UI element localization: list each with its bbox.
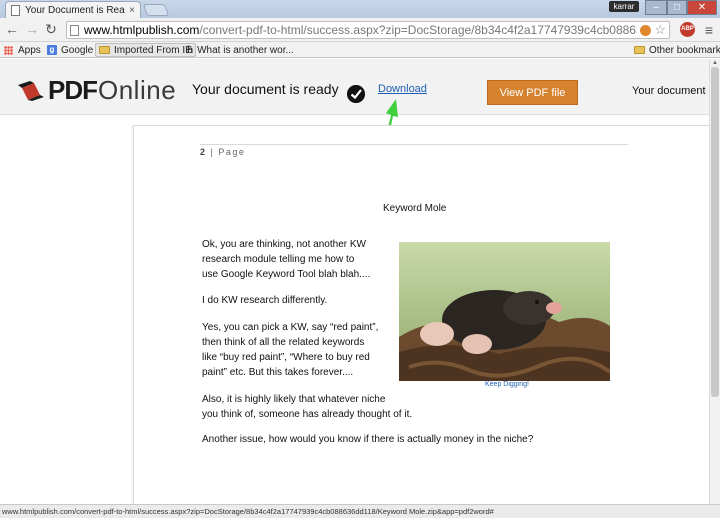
mole-photo	[399, 242, 610, 381]
window-close-button[interactable]: ✕	[687, 0, 717, 15]
text-line: research module telling me how to	[202, 254, 355, 265]
maximize-button[interactable]: □	[667, 0, 687, 15]
document-title: Keyword Mole	[383, 203, 447, 214]
reload-button[interactable]: ↻	[42, 20, 60, 38]
text-line: like “buy red paint”, “Where to buy red	[202, 352, 370, 363]
pdf-document-icon	[18, 81, 44, 101]
bookmark-label: Apps	[18, 44, 41, 56]
google-icon: g	[47, 45, 57, 55]
page-number-header: 2 | Page	[200, 147, 245, 157]
url-text[interactable]: www.htmlpublish.com/convert-pdf-to-html/…	[84, 23, 637, 37]
page-favicon-icon	[11, 4, 20, 16]
logo-online-text: Online	[98, 74, 177, 105]
tab-title: Your Document is Ready	[25, 4, 126, 16]
ready-message: Your document is ready	[192, 81, 339, 97]
browser-toolbar: ← → ↻ www.htmlpublish.com/convert-pdf-to…	[0, 18, 720, 42]
text-line: paint” etc. But this takes forever....	[202, 367, 354, 378]
text-line: use Google Keyword Tool blah blah....	[202, 269, 371, 280]
text-line: Yes, you can pick a KW, say “red paint”,	[202, 322, 379, 333]
bookmark-label: Google	[61, 44, 94, 56]
bookmark-star-icon[interactable]: ☆	[654, 22, 666, 38]
page-number: 2	[200, 147, 207, 157]
bookmarks-bar: Apps g Google Imported From IE h What is…	[0, 42, 720, 58]
url-host: www.htmlpublish.com	[84, 23, 200, 37]
tab-close-icon[interactable]: ×	[129, 5, 135, 16]
bookmark-apps[interactable]: Apps	[4, 43, 41, 57]
scroll-up-icon[interactable]: ▲	[710, 59, 720, 67]
image-caption: Keep Digging!	[485, 381, 529, 388]
paragraph-5: Another issue, how would you know if the…	[202, 434, 534, 445]
paragraph-3: Yes, you can pick a KW, say “red paint”,…	[202, 320, 378, 380]
blocked-content-icon[interactable]	[640, 24, 652, 36]
page-label: | Page	[210, 147, 246, 157]
page-scrollbar[interactable]: ▲	[709, 59, 720, 504]
bookmark-what-is-another-word[interactable]: h What is another wor...	[187, 43, 294, 57]
page-header-rule	[200, 144, 628, 145]
text-line: Also, it is highly likely that whatever …	[202, 394, 386, 405]
title-bar: Your Document is Ready × karrar – □ ✕	[0, 0, 720, 18]
bookmark-label: What is another wor...	[197, 44, 294, 56]
status-bar: www.htmlpublish.com/convert-pdf-to-html/…	[0, 504, 720, 518]
site-header: PDF Online Your document is ready Downlo…	[0, 59, 709, 115]
folder-icon	[99, 46, 110, 54]
view-pdf-button[interactable]: View PDF file	[487, 80, 578, 105]
paragraph-4: Also, it is highly likely that whatever …	[202, 392, 412, 422]
paragraph-2: I do KW research differently.	[202, 295, 328, 306]
bookmark-label: Imported From IE	[114, 44, 192, 56]
browser-menu-icon[interactable]: ≡	[701, 21, 717, 39]
adblock-plus-icon[interactable]: ABP	[680, 22, 695, 37]
profile-name[interactable]: karrar	[609, 1, 639, 12]
text-line: then think of all the related keywords	[202, 337, 365, 348]
text-line: you think of, someone has already though…	[202, 409, 413, 420]
site-h-icon: h	[187, 44, 194, 56]
site-logo[interactable]: PDF Online	[16, 75, 176, 105]
apps-grid-icon	[4, 45, 13, 55]
bookmark-other[interactable]: Other bookmarks	[634, 43, 720, 57]
new-tab-button[interactable]	[142, 4, 170, 16]
back-button[interactable]: ←	[3, 20, 21, 38]
logo-pdf-text: PDF	[48, 74, 98, 105]
url-path: /convert-pdf-to-html/success.aspx?zip=Do…	[199, 23, 638, 37]
tab-active[interactable]: Your Document is Ready ×	[5, 1, 141, 18]
bookmark-imported-from-ie[interactable]: Imported From IE	[95, 43, 196, 57]
check-circle-icon	[347, 85, 365, 103]
download-link[interactable]: Download	[378, 83, 427, 95]
bookmark-label: Other bookmarks	[649, 44, 720, 56]
minimize-button[interactable]: –	[645, 0, 667, 15]
page-icon	[70, 24, 79, 36]
bookmark-google[interactable]: g Google	[47, 43, 93, 57]
forward-button[interactable]: →	[23, 20, 41, 38]
scrollbar-thumb[interactable]	[711, 67, 719, 397]
folder-icon	[634, 46, 645, 54]
paragraph-1: Ok, you are thinking, not another KW res…	[202, 237, 370, 282]
address-bar[interactable]: www.htmlpublish.com/convert-pdf-to-html/…	[66, 21, 670, 39]
text-line: Ok, you are thinking, not another KW	[202, 239, 366, 250]
ready-message-secondary: Your document is	[632, 85, 709, 97]
